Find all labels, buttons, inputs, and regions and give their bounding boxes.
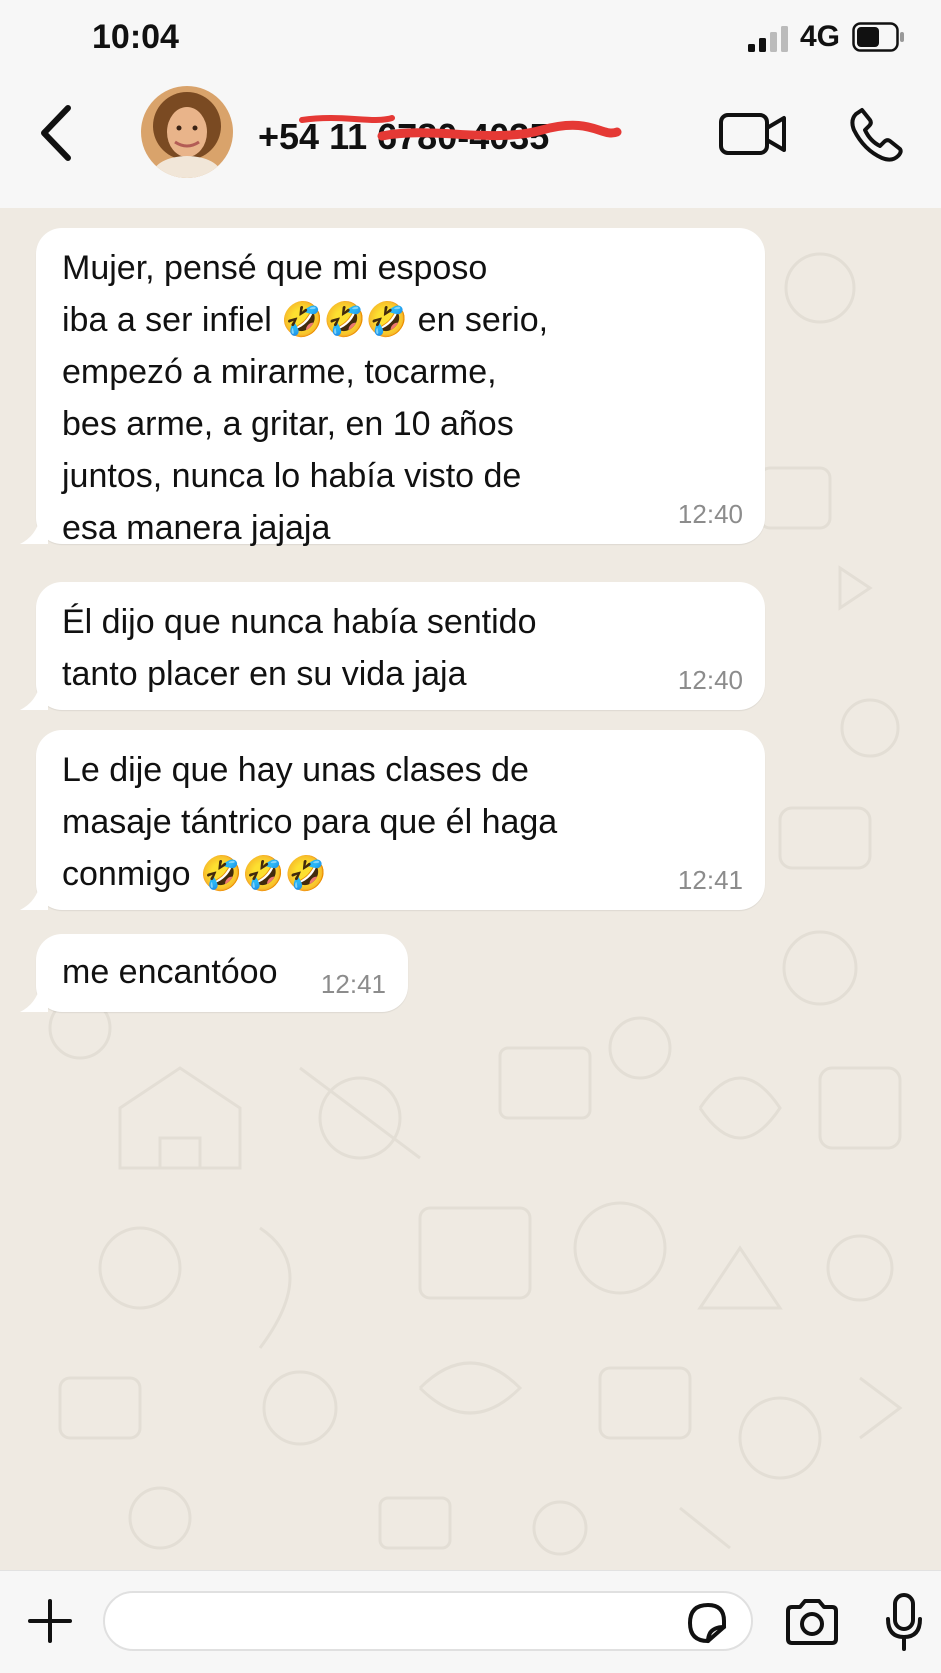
status-time: 10:04 [92,18,179,56]
microphone-icon[interactable] [886,1593,922,1651]
message-bubble[interactable]: me encantóoo 12:41 [20,934,408,1012]
message-bubble[interactable]: Él dijo que nunca había sentido tanto pl… [20,582,765,710]
battery-icon [852,22,904,52]
message-text: me encantóoo [62,953,278,991]
sticker-icon[interactable] [684,1601,730,1645]
bubble-tail [20,684,48,710]
message-time: 12:41 [677,865,743,895]
bubble-tail [20,884,48,910]
signal-icon [748,26,788,52]
message-time: 12:41 [320,969,386,999]
bubble-tail [20,986,48,1012]
camera-icon[interactable] [784,1599,840,1645]
message-bubble[interactable]: Mujer, pensé que mi esposo iba a ser inf… [20,228,765,547]
back-chevron-icon[interactable] [36,102,76,164]
message-input[interactable] [103,1591,753,1651]
phone-icon[interactable] [848,106,904,162]
chat-header: +54 11 6780-4035 [0,80,941,208]
message-time: 12:40 [677,499,743,529]
message-text: Le dije que hay unas clases de masaje tá… [62,751,558,893]
status-bar: 10:04 4G [0,0,941,80]
plus-icon[interactable] [26,1597,74,1645]
contact-name[interactable]: +54 11 6780-4035 [258,116,549,158]
chat-area[interactable]: Mujer, pensé que mi esposo iba a ser inf… [0,208,941,1570]
message-bubble[interactable]: Le dije que hay unas clases de masaje tá… [20,730,765,910]
message-time: 12:40 [677,665,743,695]
network-label: 4G [800,20,841,53]
message-text: Él dijo que nunca había sentido tanto pl… [62,603,537,693]
video-call-icon[interactable] [718,108,788,160]
contact-avatar[interactable] [141,86,233,178]
bubble-tail [20,518,48,544]
message-text: Mujer, pensé que mi esposo iba a ser inf… [62,249,549,547]
compose-bar [0,1570,941,1673]
avatar-photo [141,86,233,178]
